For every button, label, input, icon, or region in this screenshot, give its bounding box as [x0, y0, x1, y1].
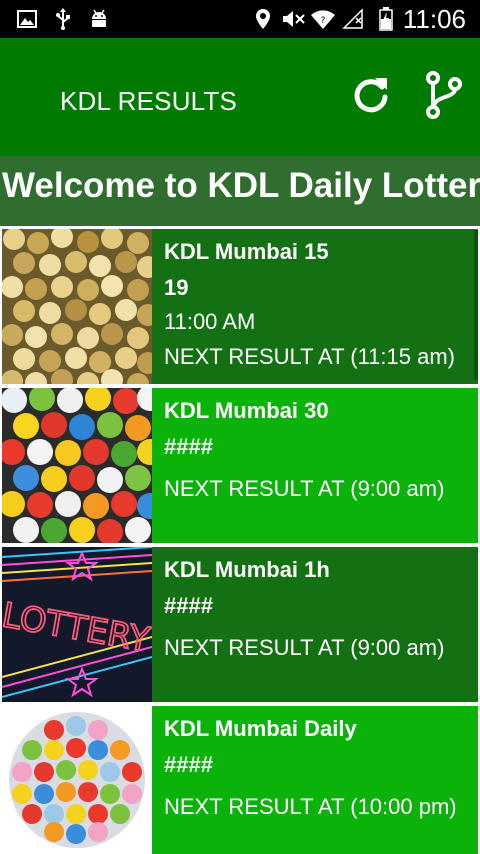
- lottery-ball-sphere-image: [2, 706, 152, 854]
- result-info: KDL Mumbai 15 19 11:00 AM NEXT RESULT AT…: [152, 229, 478, 384]
- next-result-text: NEXT RESULT AT (9:00 am): [164, 635, 445, 660]
- result-card[interactable]: KDL Mumbai 30 #### NEXT RESULT AT (9:00 …: [2, 388, 478, 543]
- result-number: ####: [164, 752, 213, 777]
- result-card[interactable]: KDL Mumbai 15 19 11:00 AM NEXT RESULT AT…: [2, 229, 478, 384]
- app-bar: KDL RESULTS: [0, 38, 480, 156]
- battery-icon: [378, 7, 394, 31]
- result-info: KDL Mumbai Daily #### NEXT RESULT AT (10…: [152, 706, 478, 854]
- location-icon: [254, 7, 272, 31]
- result-info: KDL Mumbai 30 #### NEXT RESULT AT (9:00 …: [152, 388, 478, 543]
- lottery-name: KDL Mumbai 1h: [164, 557, 330, 582]
- refresh-icon: [354, 78, 388, 113]
- result-info: KDL Mumbai 1h #### NEXT RESULT AT (9:00 …: [152, 547, 478, 702]
- image-icon: [16, 7, 38, 31]
- status-time: 11:06: [402, 4, 466, 34]
- result-number: ####: [164, 593, 213, 618]
- colorful-lottery-balls-image: [2, 388, 152, 543]
- next-result-text: NEXT RESULT AT (11:15 am): [164, 344, 455, 369]
- result-time: 11:00 AM: [164, 309, 256, 334]
- neon-lottery-sign-image: LOTTERY: [2, 547, 152, 702]
- result-number: ####: [164, 434, 213, 459]
- welcome-text: Welcome to KDL Daily Lottery: [2, 166, 480, 205]
- next-result-text: NEXT RESULT AT (9:00 am): [164, 476, 445, 501]
- lottery-name: KDL Mumbai 30: [164, 398, 329, 423]
- results-list[interactable]: KDL Mumbai 15 19 11:00 AM NEXT RESULT AT…: [0, 226, 480, 854]
- lottery-name: KDL Mumbai 15: [164, 239, 329, 264]
- lottery-name: KDL Mumbai Daily: [164, 716, 357, 741]
- result-card[interactable]: LOTTERY KDL Mumbai 1h #### NEXT RESULT A…: [2, 547, 478, 702]
- scrollbar[interactable]: [474, 230, 478, 380]
- next-result-text: NEXT RESULT AT (10:00 pm): [164, 794, 457, 819]
- status-bar: ? 11:06: [0, 0, 480, 38]
- no-signal-icon: [342, 7, 364, 31]
- refresh-button[interactable]: [346, 70, 396, 120]
- mute-icon: [282, 7, 306, 31]
- golden-lottery-balls-image: [2, 229, 152, 384]
- result-card[interactable]: KDL Mumbai Daily #### NEXT RESULT AT (10…: [2, 706, 478, 854]
- result-number: 19: [164, 275, 189, 300]
- usb-icon: [54, 7, 72, 31]
- wifi-icon: ?: [310, 7, 336, 31]
- svg-text:?: ?: [321, 16, 326, 26]
- share-icon: [426, 71, 462, 119]
- app-title: KDL RESULTS: [60, 86, 238, 116]
- share-button[interactable]: [418, 70, 468, 120]
- android-icon: [88, 7, 110, 31]
- welcome-banner: Welcome to KDL Daily Lottery: [0, 156, 480, 226]
